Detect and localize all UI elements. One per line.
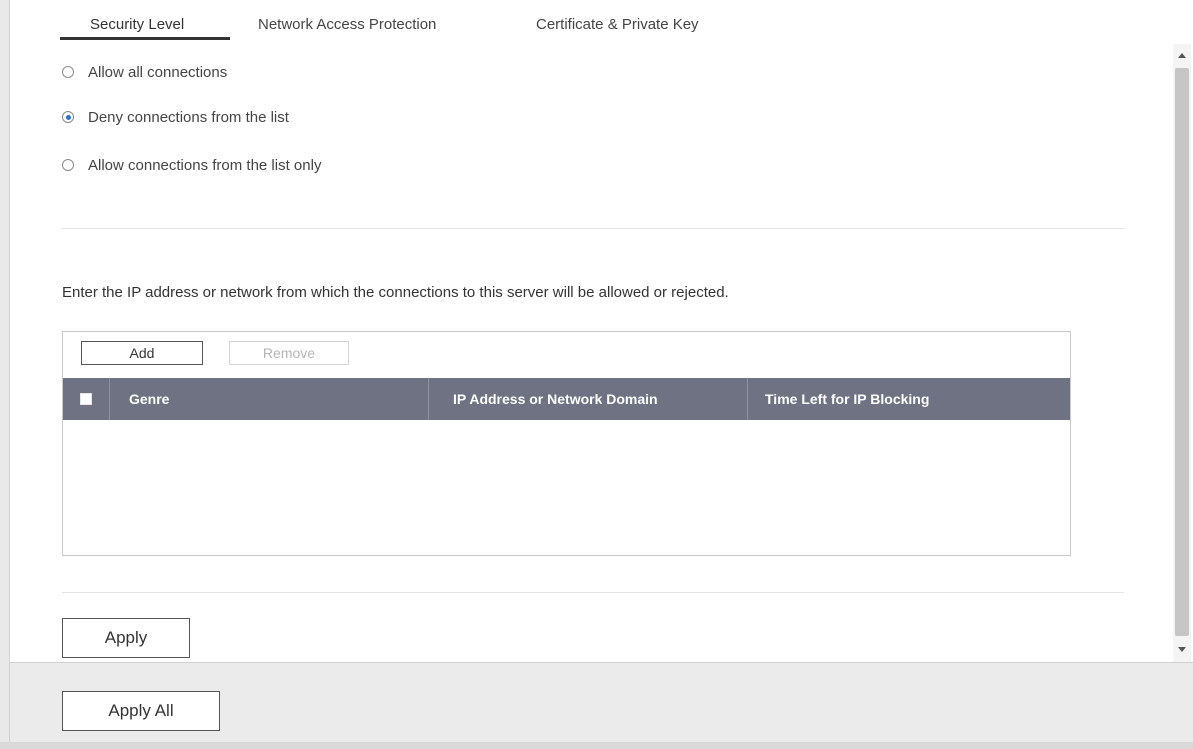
column-separator [109, 378, 110, 420]
column-header-ip-address[interactable]: IP Address or Network Domain [453, 378, 658, 420]
radio-label: Deny connections from the list [88, 108, 289, 126]
scroll-down-arrow-icon[interactable] [1178, 647, 1186, 652]
radio-label: Allow connections from the list only [88, 156, 322, 174]
table-body [63, 420, 1070, 555]
window-frame-bottom [0, 742, 1193, 749]
ip-list-panel: Add Remove Genre IP Address or Network D… [62, 331, 1071, 556]
apply-all-button[interactable]: Apply All [62, 691, 220, 731]
column-header-time-left[interactable]: Time Left for IP Blocking [765, 378, 929, 420]
apply-button[interactable]: Apply [62, 618, 190, 658]
column-separator [428, 378, 429, 420]
vertical-scrollbar[interactable] [1173, 44, 1191, 662]
tab-certificate-private-key[interactable]: Certificate & Private Key [536, 12, 699, 38]
tab-security-level[interactable]: Security Level [90, 12, 184, 38]
radio-allow-all[interactable]: Allow all connections [62, 61, 227, 83]
ip-list-description: Enter the IP address or network from whi… [62, 284, 729, 301]
radio-deny-from-list[interactable]: Deny connections from the list [62, 106, 289, 128]
column-separator [747, 378, 748, 420]
radio-allow-list-only[interactable]: Allow connections from the list only [62, 154, 321, 176]
window-frame-left [0, 0, 10, 749]
scrollbar-thumb[interactable] [1175, 68, 1189, 636]
divider [62, 228, 1124, 229]
radio-label: Allow all connections [88, 63, 228, 81]
remove-button[interactable]: Remove [229, 341, 349, 365]
scroll-up-arrow-icon[interactable] [1178, 53, 1186, 58]
divider [62, 592, 1124, 593]
security-settings-window: Security Level Network Access Protection… [0, 0, 1193, 749]
add-button[interactable]: Add [81, 341, 203, 365]
footer-bar: Apply All [10, 662, 1193, 743]
radio-button[interactable] [62, 159, 74, 171]
tab-network-access-protection[interactable]: Network Access Protection [258, 12, 436, 38]
radio-button-selected[interactable] [62, 111, 74, 123]
security-level-content: Allow all connections Deny connections f… [10, 44, 1173, 662]
active-tab-indicator [60, 37, 230, 40]
select-all-checkbox[interactable] [80, 393, 92, 405]
column-header-genre[interactable]: Genre [129, 378, 169, 420]
table-header: Genre IP Address or Network Domain Time … [63, 378, 1070, 420]
radio-button[interactable] [62, 66, 74, 78]
